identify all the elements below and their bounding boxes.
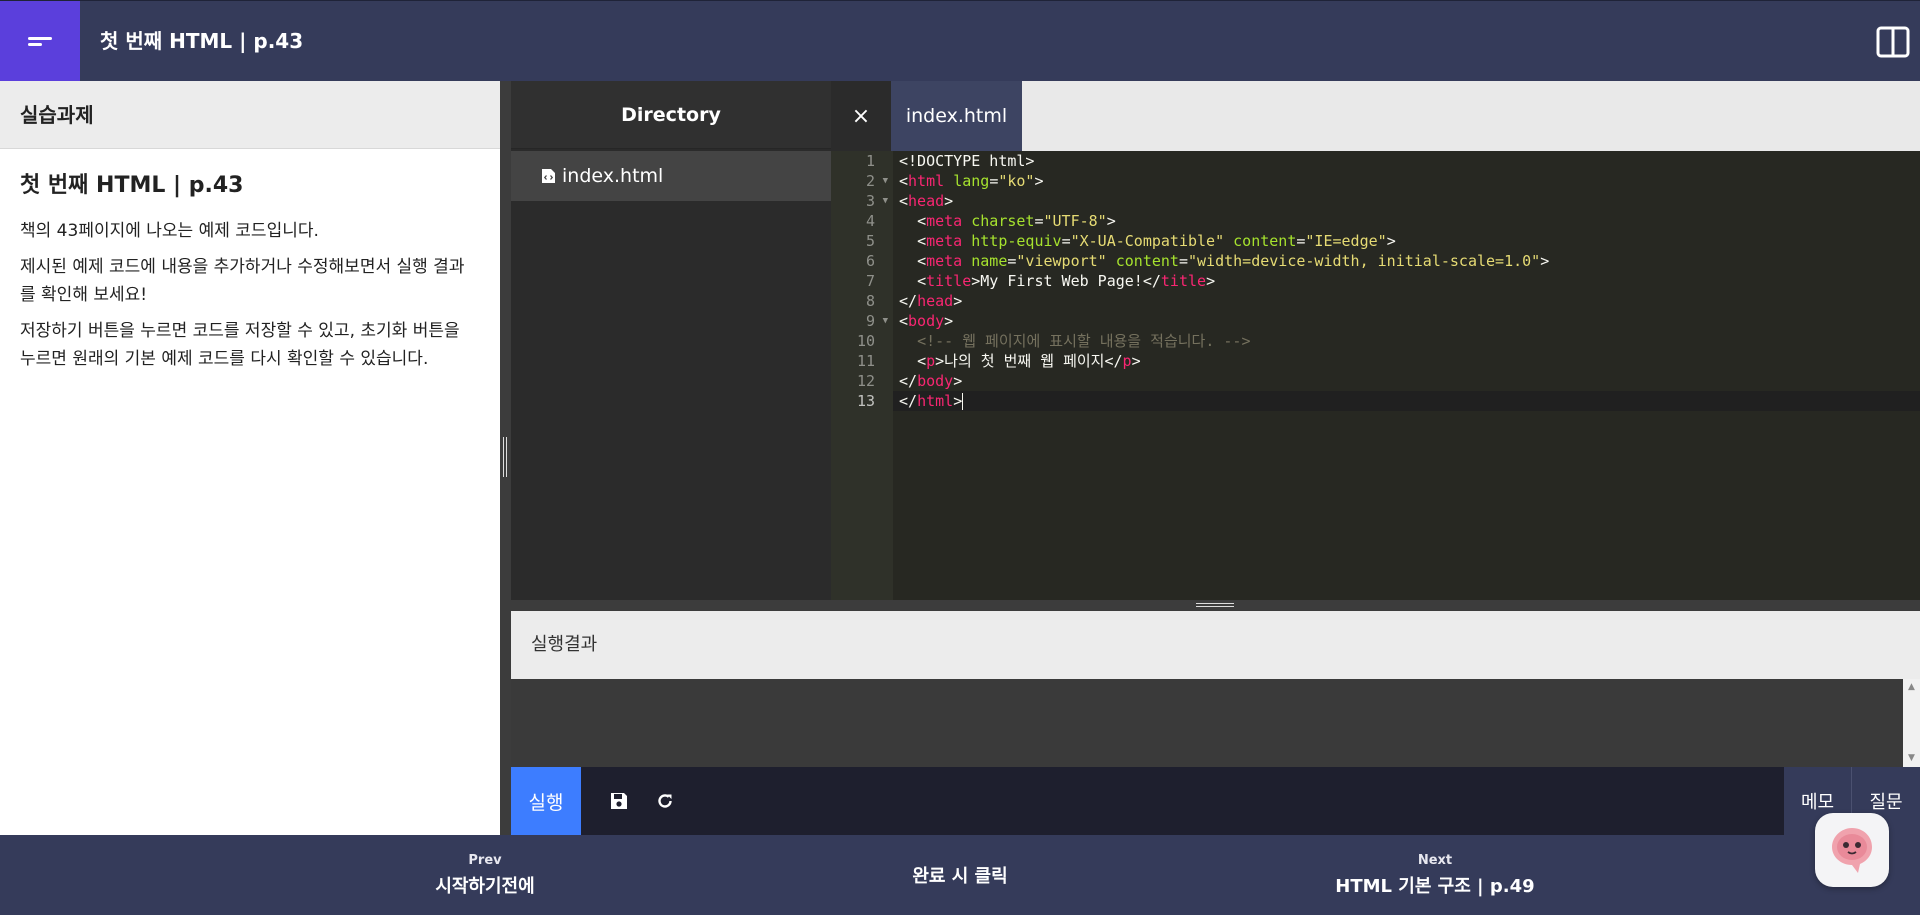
line-number: 5 <box>865 232 875 250</box>
line-number: 13 <box>856 392 875 410</box>
menu-button[interactable] <box>0 1 80 82</box>
code-line: </head> <box>899 292 963 310</box>
fold-icon[interactable]: ▼ <box>883 171 888 191</box>
result-scrollbar[interactable]: ▲ ▼ <box>1903 679 1920 767</box>
code-line: <head> <box>899 192 954 210</box>
tab-label: index.html <box>905 105 1008 127</box>
directory-panel: Directory index.html <box>511 81 831 600</box>
instruction-paragraph: 제시된 예제 코드에 내용을 추가하거나 수정해보면서 실행 결과를 확인해 보… <box>20 257 465 305</box>
top-bar: 첫 번째 HTML | p.43 <box>0 0 1920 82</box>
code-line: <!DOCTYPE html> <box>899 152 1035 170</box>
line-number: 9 ▼ <box>865 311 888 331</box>
instructions-header: 실습과제 <box>0 81 500 149</box>
code-line: <body> <box>899 312 954 330</box>
save-button[interactable] <box>597 767 641 835</box>
chatbot-button[interactable] <box>1815 813 1889 887</box>
complete-button[interactable]: 완료 시 클릭 <box>860 835 1060 915</box>
code-line: </body> <box>899 372 963 390</box>
instruction-paragraph: 저장하기 버튼을 누르면 코드를 저장할 수 있고, 초기화 버튼을 누르면 원… <box>20 321 460 369</box>
prev-lesson-title: 시작하기전에 <box>435 875 535 897</box>
line-number: 7 <box>865 272 875 290</box>
instruction-paragraph: 책의 43페이지에 나오는 예제 코드입니다. <box>20 221 319 241</box>
line-number: 3 ▼ <box>865 191 888 211</box>
reset-button[interactable] <box>643 767 687 835</box>
tab-index-html[interactable]: index.html <box>891 81 1022 151</box>
fold-icon[interactable]: ▼ <box>883 311 888 331</box>
editor-tab-bar: × index.html <box>831 81 1920 151</box>
line-number: 2 ▼ <box>865 171 888 191</box>
code-line: <p>나의 첫 번째 웹 페이지</p> <box>917 352 1141 370</box>
vertical-resize-handle[interactable] <box>500 81 511 835</box>
floppy-disk-icon <box>611 793 627 809</box>
code-line: <meta http-equiv="X-UA-Compatible" conte… <box>917 232 1396 250</box>
exercise-title: 첫 번째 HTML | p.43 <box>20 173 244 198</box>
line-number: 4 <box>865 212 875 230</box>
bottom-navigation: Prev 시작하기전에 완료 시 클릭 Next HTML 기본 구조 | p.… <box>0 835 1920 915</box>
code-line: <meta charset="UTF-8"> <box>917 212 1116 230</box>
line-number: 6 <box>865 252 875 270</box>
action-bar: 실행 메모 질문 <box>511 767 1920 835</box>
prev-lesson-link[interactable]: Prev 시작하기전에 <box>380 835 590 915</box>
text-cursor <box>962 393 964 410</box>
line-number: 10 <box>856 332 875 350</box>
close-directory-button[interactable]: × <box>831 81 891 151</box>
line-number: 1 <box>865 152 875 170</box>
page-title: 첫 번째 HTML | p.43 <box>100 29 304 53</box>
refresh-icon <box>658 794 672 808</box>
code-line: <title>My First Web Page!</title> <box>917 272 1216 290</box>
line-number: 12 <box>856 372 875 390</box>
grip-icon <box>503 437 507 477</box>
code-line-active: </html> <box>893 391 1920 411</box>
split-layout-icon <box>1876 26 1910 58</box>
next-label: Next <box>1417 852 1453 868</box>
scroll-up-icon[interactable]: ▲ <box>1903 679 1920 696</box>
code-content[interactable]: <!DOCTYPE html> <html lang="ko"> <head> … <box>893 151 1920 600</box>
instructions-body: 첫 번째 HTML | p.43 책의 43페이지에 나오는 예제 코드입니다.… <box>0 149 500 399</box>
prev-label: Prev <box>468 852 502 868</box>
scroll-down-icon[interactable]: ▼ <box>1903 750 1920 767</box>
run-button[interactable]: 실행 <box>511 767 581 835</box>
line-number: 8 <box>865 292 875 310</box>
layout-toggle-button[interactable] <box>1876 25 1910 59</box>
code-line: <html lang="ko"> <box>899 172 1044 190</box>
close-icon: × <box>851 103 871 129</box>
grip-icon <box>1196 603 1234 607</box>
complete-label: 완료 시 클릭 <box>912 866 1008 887</box>
menu-icon <box>28 34 52 49</box>
fold-icon[interactable]: ▼ <box>883 191 888 211</box>
code-editor[interactable]: 1 2 ▼ 3 ▼ 4 5 6 7 8 9 ▼ 10 11 12 13 <!DOCTY… <box>831 151 1920 600</box>
code-line: <meta name="viewport" content="width=dev… <box>917 252 1550 270</box>
html-file-icon <box>542 169 555 183</box>
result-output-frame[interactable]: ▲ ▼ <box>511 679 1920 767</box>
instructions-panel: 실습과제 첫 번째 HTML | p.43 책의 43페이지에 나오는 예제 코… <box>0 81 500 835</box>
directory-item-index-html[interactable]: index.html <box>511 151 831 201</box>
next-lesson-title: HTML 기본 구조 | p.49 <box>1335 875 1535 897</box>
next-lesson-link[interactable]: Next HTML 기본 구조 | p.49 <box>1290 835 1580 915</box>
directory-item-label: index.html <box>562 165 664 187</box>
chatbot-icon <box>1832 828 1872 873</box>
horizontal-resize-handle[interactable] <box>511 600 1920 611</box>
line-number-gutter: 1 2 ▼ 3 ▼ 4 5 6 7 8 9 ▼ 10 11 12 13 <box>831 151 893 600</box>
code-line: <!-- 웹 페이지에 표시할 내용을 적습니다. --> <box>917 332 1251 350</box>
directory-header: Directory <box>511 81 831 149</box>
line-number: 11 <box>856 352 875 370</box>
result-header: 실행결과 <box>511 611 1920 679</box>
